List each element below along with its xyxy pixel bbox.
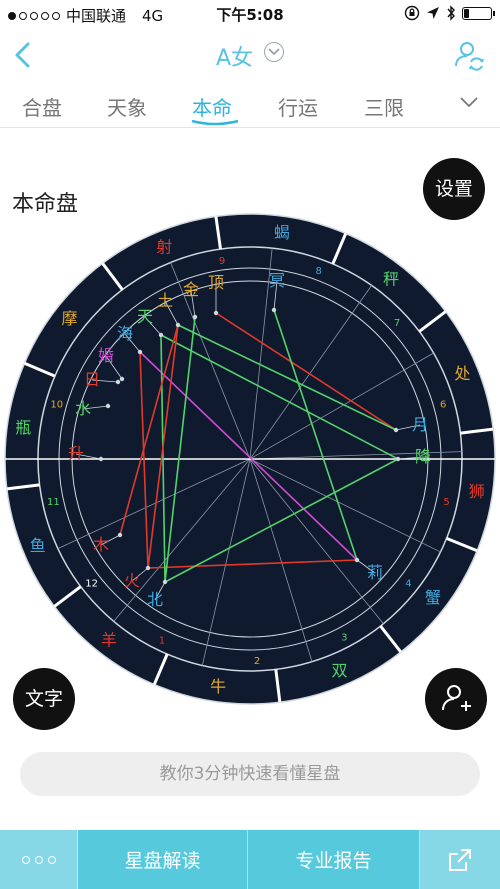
sign-label: 狮 xyxy=(469,482,485,501)
point-dot xyxy=(393,427,399,433)
sign-label: 秤 xyxy=(383,270,399,289)
point-dot xyxy=(98,456,104,462)
point-label[interactable]: 木 xyxy=(93,535,109,554)
tab-synastry[interactable]: 合盘 xyxy=(22,92,62,121)
house-number: 7 xyxy=(394,318,400,329)
sign-label: 鱼 xyxy=(30,536,46,555)
house-number: 4 xyxy=(405,579,411,590)
point-dot xyxy=(175,322,181,328)
point-label[interactable]: 天 xyxy=(137,307,153,326)
tab-transit-sky[interactable]: 天象 xyxy=(107,92,147,121)
point-label[interactable]: 冥 xyxy=(269,271,285,290)
house-number: 9 xyxy=(219,256,225,267)
point-dot xyxy=(117,532,123,538)
add-person-button[interactable] xyxy=(425,668,487,730)
sign-label: 瓶 xyxy=(15,418,31,437)
bottom-bar: 星盘解读 专业报告 xyxy=(0,830,500,889)
profile-selector[interactable]: A女 xyxy=(0,40,500,72)
point-dot xyxy=(115,379,121,385)
point-label[interactable]: 水 xyxy=(75,399,91,418)
settings-button[interactable]: 设置 xyxy=(423,158,485,220)
location-icon xyxy=(427,7,439,19)
sign-label: 双 xyxy=(331,661,347,680)
point-label[interactable]: 金 xyxy=(183,280,199,299)
status-right xyxy=(404,5,495,21)
bluetooth-icon xyxy=(447,5,455,21)
house-number: 1 xyxy=(159,636,165,647)
point-dot xyxy=(145,565,151,571)
chart-wheel: 蝎秤处狮蟹双牛 羊 鱼 瓶 摩 射 9 8 7 6 5 4 3 2 1 12 11 10 月降莉北火木 升 水日婚海… xyxy=(4,213,496,705)
user-switch-icon xyxy=(455,42,484,71)
sign-label: 射 xyxy=(156,238,172,257)
chart-tabs: 合盘 天象 本命 行运 三限 xyxy=(0,84,500,128)
chevron-down-icon xyxy=(264,42,285,62)
point-label[interactable]: 日 xyxy=(84,370,100,389)
house-number: 3 xyxy=(341,632,347,643)
sign-label: 处 xyxy=(454,364,470,383)
point-label[interactable]: 婚 xyxy=(98,346,114,365)
share-button[interactable] xyxy=(420,830,500,889)
rotation-lock-icon xyxy=(404,5,420,21)
natal-chart[interactable]: 蝎秤处狮蟹双牛 羊 鱼 瓶 摩 射 9 8 7 6 5 4 3 2 1 12 11 10 月降莉北火木 升 水日婚海… xyxy=(0,210,500,710)
sign-label: 蟹 xyxy=(425,588,441,607)
user-switch-button[interactable] xyxy=(452,38,486,72)
more-dots-icon xyxy=(21,855,56,864)
point-label[interactable]: 顶 xyxy=(208,273,224,292)
pro-report-button[interactable]: 专业报告 xyxy=(248,830,420,889)
more-button[interactable] xyxy=(0,830,78,889)
point-dot xyxy=(192,314,198,320)
text-button[interactable]: 文字 xyxy=(13,668,75,730)
house-number: 2 xyxy=(254,656,260,667)
add-person-icon xyxy=(442,685,471,711)
point-label[interactable]: 升 xyxy=(68,444,84,463)
point-dot xyxy=(395,456,401,462)
tab-natal[interactable]: 本命 xyxy=(192,92,232,121)
tab-transits[interactable]: 行运 xyxy=(278,92,318,121)
house-number: 8 xyxy=(316,266,322,277)
point-dot xyxy=(213,310,219,316)
point-label[interactable]: 土 xyxy=(157,291,173,310)
point-dot xyxy=(105,403,111,409)
point-dot xyxy=(354,557,360,563)
tip-banner[interactable]: 教你3分钟快速看懂星盘 xyxy=(20,752,480,796)
point-label[interactable]: 莉 xyxy=(367,563,383,582)
sign-label: 摩 xyxy=(62,309,78,328)
status-bar: 中国联通 4G 下午5:08 xyxy=(0,0,500,28)
chart-reading-button[interactable]: 星盘解读 xyxy=(78,830,248,889)
house-number: 10 xyxy=(50,400,63,411)
sign-label: 羊 xyxy=(101,630,117,649)
point-dot xyxy=(119,376,125,382)
point-label[interactable]: 降 xyxy=(415,447,431,466)
chevron-down-icon[interactable] xyxy=(460,96,478,108)
battery-icon xyxy=(462,6,495,20)
point-dot xyxy=(162,579,168,585)
active-tab-indicator xyxy=(191,120,239,126)
tab-tertiary[interactable]: 三限 xyxy=(364,92,404,121)
point-label[interactable]: 北 xyxy=(147,590,163,609)
sign-label: 牛 xyxy=(210,677,226,696)
house-number: 6 xyxy=(440,400,446,411)
nav-bar: A女 xyxy=(0,28,500,82)
house-number: 12 xyxy=(85,579,98,590)
point-label[interactable]: 海 xyxy=(117,324,133,343)
sign-label: 蝎 xyxy=(274,223,290,242)
page-title: A女 xyxy=(215,46,254,71)
point-dot xyxy=(158,332,164,338)
house-number: 11 xyxy=(47,497,60,508)
point-label[interactable]: 火 xyxy=(124,571,140,590)
point-dot xyxy=(137,349,143,355)
house-number: 5 xyxy=(443,497,449,508)
share-icon xyxy=(449,848,471,871)
point-dot xyxy=(271,307,277,313)
point-label[interactable]: 月 xyxy=(412,415,428,434)
